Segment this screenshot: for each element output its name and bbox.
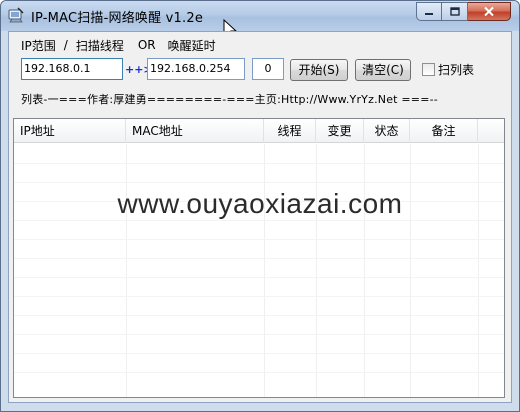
start-ip-input[interactable]: 192.168.0.1	[21, 58, 123, 80]
row-divider	[14, 315, 504, 316]
title-bar[interactable]: IP-MAC扫描-网络唤醒 v1.2e	[1, 1, 519, 40]
ip-range-label: IP范围	[21, 38, 56, 53]
separator-label: /	[63, 38, 68, 52]
row-divider	[14, 296, 504, 297]
wake-delay-label: 唤醒延时	[167, 38, 216, 53]
app-icon	[8, 7, 24, 23]
row-divider	[14, 220, 504, 221]
column-header-thread[interactable]: 线程	[264, 119, 316, 143]
site-watermark: www.ouyaoxiazai.com	[117, 188, 403, 219]
end-ip-input[interactable]: 192.168.0.254	[147, 58, 245, 80]
close-button[interactable]	[468, 2, 511, 21]
threads-input[interactable]: 0	[252, 58, 284, 80]
window-controls	[416, 2, 511, 21]
row-divider	[14, 163, 504, 164]
results-listview[interactable]: IP地址 MAC地址 线程 变更 状态 备注	[13, 118, 505, 398]
column-header-ip[interactable]: IP地址	[14, 119, 126, 143]
row-divider	[14, 372, 504, 373]
row-divider	[14, 277, 504, 278]
window-title: IP-MAC扫描-网络唤醒 v1.2e	[31, 11, 204, 26]
column-header-change[interactable]: 变更	[316, 119, 364, 143]
column-header-note[interactable]: 备注	[410, 119, 478, 143]
column-header-filler	[478, 119, 504, 143]
options-row: IP范围 / 扫描线程 OR 唤醒延时	[21, 37, 224, 53]
clear-button[interactable]: 清空(C)	[355, 59, 411, 81]
maximize-button[interactable]	[442, 2, 468, 21]
row-divider	[14, 334, 504, 335]
listview-header: IP地址 MAC地址 线程 变更 状态 备注	[14, 119, 504, 143]
column-header-status[interactable]: 状态	[364, 119, 410, 143]
column-header-mac[interactable]: MAC地址	[126, 119, 264, 143]
row-divider	[14, 353, 504, 354]
scan-list-checkbox-box[interactable]	[422, 63, 435, 76]
author-info-line: 列表-一===作者:厚建勇========-===主页:Http://Www.Y…	[21, 93, 438, 106]
maximize-icon	[449, 7, 460, 16]
row-divider	[14, 239, 504, 240]
or-label: OR	[137, 38, 156, 52]
row-divider	[14, 182, 504, 183]
minimize-icon	[425, 12, 433, 15]
scan-threads-label: 扫描线程	[75, 38, 124, 53]
scan-list-checkbox-label: 扫列表	[438, 63, 475, 77]
close-icon	[484, 6, 494, 17]
scan-list-checkbox[interactable]: 扫列表	[422, 61, 474, 78]
row-divider	[14, 258, 504, 259]
minimize-button[interactable]	[416, 2, 442, 21]
start-button[interactable]: 开始(S)	[290, 59, 348, 81]
listview-body[interactable]	[14, 144, 504, 397]
